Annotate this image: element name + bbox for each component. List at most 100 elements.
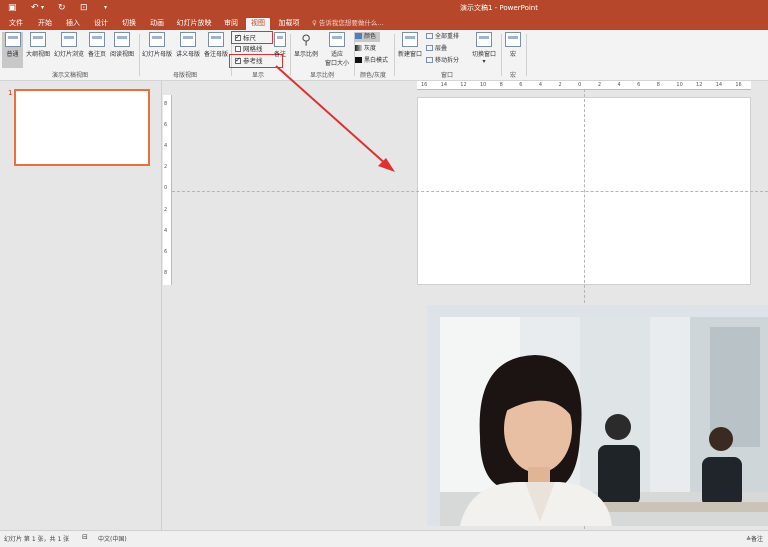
handout-master-icon [180, 32, 196, 47]
new-window-icon [402, 32, 418, 47]
tab-animations[interactable]: 动画 [146, 18, 168, 30]
ruler-tick-label: 8 [656, 82, 660, 88]
notes-master-button[interactable]: 备注母版 [202, 32, 230, 58]
grayscale-option[interactable]: 灰度 [355, 44, 376, 54]
macros-icon [505, 32, 521, 47]
switch-window-label: 切换窗口 [471, 51, 496, 58]
tell-me-search[interactable]: ♀ 告诉我您想要做什么... [312, 18, 384, 29]
ruler-tick-label: 12 [696, 82, 703, 88]
notes-toggle-label: 备注 [751, 536, 764, 543]
tab-view[interactable]: 视图 [246, 18, 270, 30]
group-separator [139, 34, 140, 76]
tab-insert[interactable]: 插入 [62, 18, 84, 30]
tab-transitions[interactable]: 切换 [118, 18, 140, 30]
ruler-tick-label: 6 [637, 82, 641, 88]
outline-view-icon [30, 32, 46, 47]
normal-view-label: 普通 [6, 51, 19, 58]
customize-icon[interactable]: ▾ [104, 2, 107, 14]
handout-master-label: 讲义母版 [175, 51, 200, 58]
ruler-tick-label: 0 [578, 82, 582, 88]
redo-icon[interactable]: ↻ [58, 2, 66, 14]
slide-master-icon [149, 32, 165, 47]
tab-design[interactable]: 设计 [90, 18, 112, 30]
zoom-button[interactable]: ⚲ 显示比例 [292, 32, 320, 58]
ruler-tick-label: 2 [164, 164, 168, 171]
magnifier-icon: ⚲ [301, 33, 311, 48]
group-label-show: 显示 [251, 72, 264, 79]
ruler-tick-label: 0 [164, 185, 168, 192]
group-label-presentation-views: 演示文稿视图 [51, 72, 88, 79]
reading-view-label: 阅读视图 [109, 51, 134, 58]
tab-home[interactable]: 开始 [34, 18, 56, 30]
fit-to-window-icon [329, 32, 345, 47]
ruler-tick-label: 14 [715, 82, 723, 88]
notes-label: 备注 [273, 51, 286, 58]
arrange-all-icon [426, 33, 433, 39]
ruler-tick-label: 2 [558, 82, 562, 88]
undo-dropdown-icon[interactable]: ▾ [41, 2, 44, 14]
color-swatch-icon [355, 33, 362, 39]
ruler-tick-label: 10 [479, 82, 487, 88]
lightbulb-icon: ♀ [312, 19, 319, 27]
slide-thumbnail[interactable] [14, 89, 150, 166]
group-separator [526, 34, 527, 76]
tab-review[interactable]: 审阅 [220, 18, 242, 30]
ruler-tick-label: 8 [164, 101, 168, 107]
new-window-button[interactable]: 新建窗口 [396, 32, 424, 58]
ruler-tick-label: 6 [164, 122, 168, 129]
group-label-macros: 宏 [509, 72, 516, 79]
notes-page-button[interactable]: 备注页 [86, 32, 108, 58]
ruler-tick-label: 14 [440, 82, 448, 88]
office-photo[interactable] [440, 317, 768, 526]
notes-icon [274, 32, 286, 47]
ribbon-tabs: 文件 开始 插入 设计 切换 动画 幻灯片放映 审阅 视图 加载项 ♀ 告诉我您… [0, 16, 768, 30]
notes-master-label: 备注母版 [203, 51, 228, 58]
checkbox-unchecked-icon [235, 46, 241, 52]
macros-button[interactable]: 宏 [503, 32, 523, 58]
tab-addins[interactable]: 加载项 [276, 18, 302, 30]
notes-button[interactable]: 备注 [272, 32, 288, 58]
cascade-label: 层叠 [435, 45, 448, 52]
status-bar: 幻灯片 第 1 张，共 1 张 ⊟ 中文(中国) ≜备注 [0, 530, 768, 547]
color-option[interactable]: 颜色 [354, 32, 381, 42]
gridlines-checkbox[interactable]: 网格线 [235, 44, 263, 54]
save-icon[interactable]: ▣ [8, 2, 17, 14]
notes-toggle[interactable]: ≜备注 [746, 534, 763, 543]
switch-window-button[interactable]: 切换窗口 ▾ [469, 32, 499, 65]
reading-view-button[interactable]: 阅读视图 [108, 32, 136, 58]
move-split-label: 移动拆分 [435, 57, 460, 64]
search-placeholder: 告诉我您想要做什么... [318, 19, 384, 27]
slide-sorter-icon [61, 32, 77, 47]
language-indicator[interactable]: 中文(中国) [98, 534, 127, 543]
group-label-master-views: 母版视图 [172, 72, 197, 79]
gridlines-label: 网格线 [243, 45, 263, 53]
undo-icon[interactable]: ↶ [31, 2, 39, 14]
outline-view-label: 大纲视图 [25, 51, 50, 58]
ruler-tick-label: 4 [617, 82, 621, 88]
cascade-option[interactable]: 层叠 [426, 44, 447, 54]
slide-sorter-label: 幻灯片浏览 [53, 51, 84, 58]
ruler-tick-label: 16 [735, 82, 742, 88]
start-from-beginning-icon[interactable]: ⊡ [80, 2, 88, 14]
vertical-ruler[interactable]: 8 6 4 2 0 2 4 6 8 [163, 95, 172, 285]
ruler-tick-label: 2 [597, 82, 601, 88]
normal-view-button[interactable]: 普通 [2, 32, 23, 68]
outline-view-button[interactable]: 大纲视图 [24, 32, 52, 58]
macros-label: 宏 [509, 51, 516, 58]
move-split-option[interactable]: 移动拆分 [426, 56, 459, 66]
slide-sorter-button[interactable]: 幻灯片浏览 [53, 32, 85, 58]
tab-file[interactable]: 文件 [6, 18, 26, 30]
ruler-tick-label: 12 [460, 82, 467, 88]
dropdown-arrow-icon: ▾ [482, 58, 486, 65]
slide-master-button[interactable]: 幻灯片母版 [141, 32, 173, 58]
ruler-tick-label: 6 [164, 248, 168, 255]
horizontal-guide[interactable] [172, 191, 768, 192]
ruler-tick-label: 6 [519, 82, 523, 88]
highlight-box-ruler [231, 31, 273, 44]
tab-slideshow[interactable]: 幻灯片放映 [174, 18, 214, 30]
fit-label: 适应 [330, 51, 343, 58]
arrange-all-option[interactable]: 全部重排 [426, 32, 459, 42]
handout-master-button[interactable]: 讲义母版 [174, 32, 202, 58]
new-window-label: 新建窗口 [397, 51, 422, 58]
spellcheck-icon[interactable]: ⊟ [82, 533, 88, 541]
